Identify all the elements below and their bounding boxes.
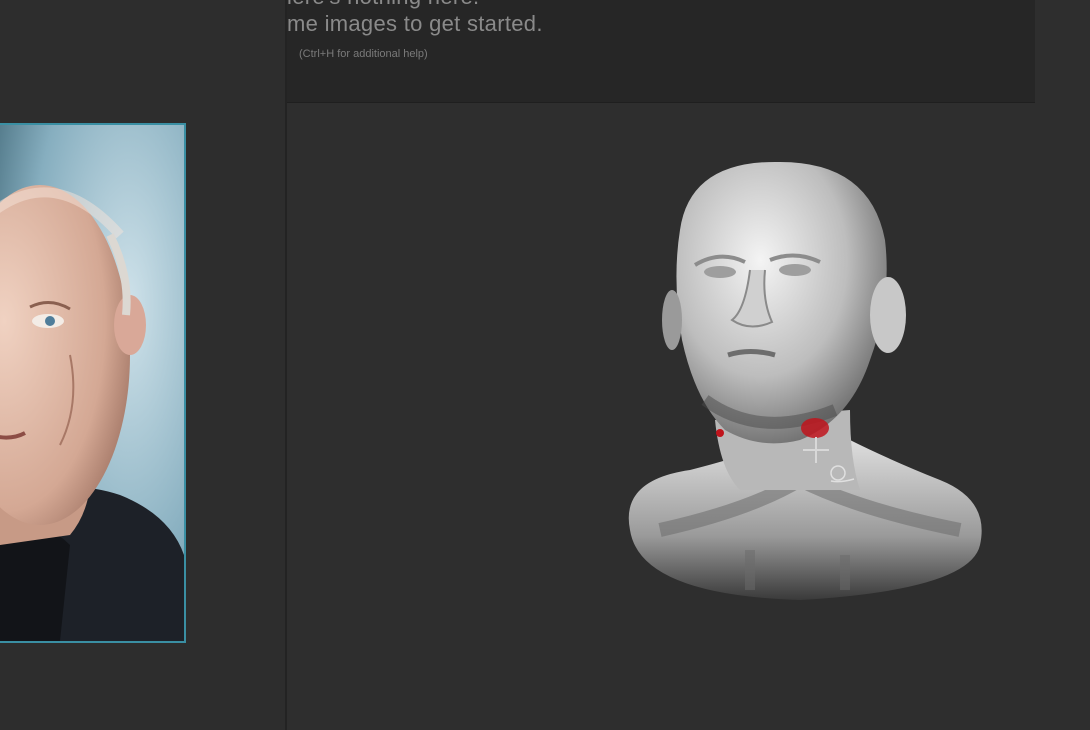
help-message-line-2: me images to get started. bbox=[287, 11, 543, 36]
crosshair-brush-icon bbox=[800, 433, 860, 493]
sculpted-head-bust[interactable] bbox=[600, 150, 1000, 620]
help-message-line-1: iere's nothing here. bbox=[287, 0, 479, 10]
help-hint: (Ctrl+H for additional help) bbox=[299, 48, 428, 60]
reference-portrait bbox=[0, 125, 184, 641]
reference-image-frame[interactable] bbox=[0, 123, 186, 643]
help-overlay: iere's nothing here. me images to get st… bbox=[287, 0, 1035, 103]
